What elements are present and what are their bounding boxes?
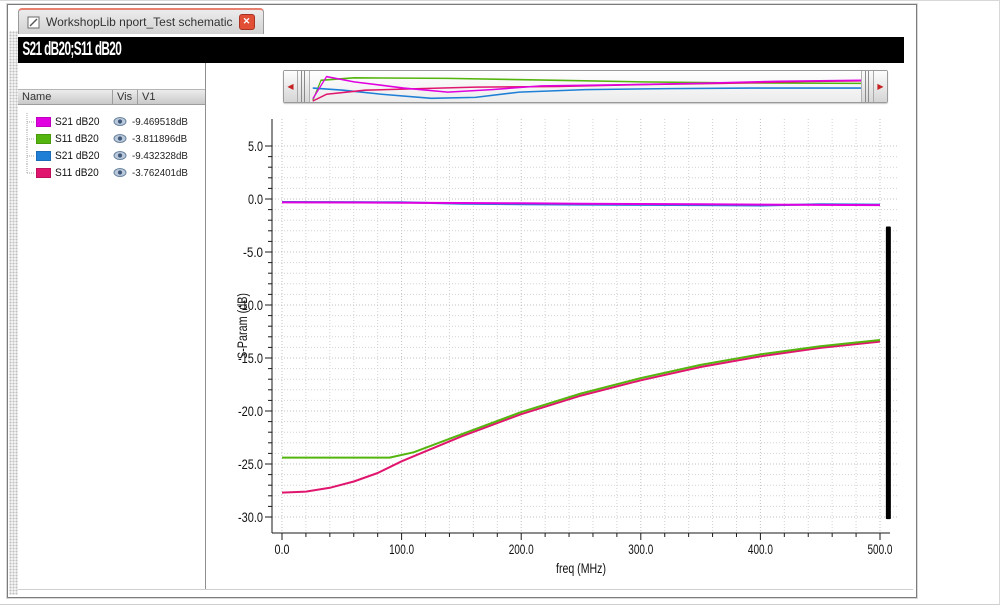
sparam-plot[interactable]: 5.00.0-5.0-10.0-15.0-20.0-25.0-30.00.0 10… (206, 63, 912, 583)
column-header-name[interactable]: Name (18, 90, 113, 104)
legend-row[interactable]: S11 dB20 -3.811896dB (18, 130, 205, 147)
series-s11-db20-2 (281, 340, 881, 494)
x-tick-label: 400.0 (748, 541, 773, 557)
x-tick-label: 0.0 (275, 541, 290, 557)
trace-table-header: Name Vis V1 (18, 89, 205, 105)
x-tick-label: 300.0 (628, 541, 653, 557)
x-tick-label: 500.0 (868, 541, 893, 557)
trace-name: S21 dB20 (55, 149, 100, 162)
y-tick-label: 5.0 (248, 138, 263, 154)
trace-name: S21 dB20 (55, 115, 100, 128)
trace-panel: Name Vis V1 S21 dB20 -9.469518dB S11 dB20 -… (18, 63, 206, 589)
tree-connector-icon (26, 113, 35, 130)
visibility-eye-icon[interactable] (113, 133, 129, 144)
visibility-eye-icon[interactable] (113, 167, 129, 178)
content-area: Name Vis V1 S21 dB20 -9.469518dB S11 dB20 -… (18, 63, 913, 590)
legend-row[interactable]: S21 dB20 -9.469518dB (18, 113, 205, 130)
tab-workshoplib-nport-test[interactable]: WorkshopLib nport_Test schematic ✕ (18, 8, 264, 34)
legend-row[interactable]: S11 dB20 -3.762401dB (18, 164, 205, 181)
tree-connector-icon (26, 147, 35, 164)
y-tick-label: -5.0 (243, 244, 263, 260)
series-s21-db20-1 (281, 201, 881, 207)
trace-v1-value: -9.469518dB (132, 115, 188, 128)
trace-color-swatch (36, 133, 51, 144)
trace-color-swatch (36, 150, 51, 161)
plot-title: S21 dB20;S11 dB20 (22, 39, 122, 60)
plot-titlebar: S21 dB20;S11 dB20 (18, 37, 904, 63)
trace-v1-value: -3.762401dB (132, 166, 188, 179)
visibility-eye-icon[interactable] (113, 116, 129, 127)
x-axis-title: freq (MHz) (556, 560, 606, 576)
tab-close-icon[interactable]: ✕ (238, 14, 255, 30)
column-header-vis[interactable]: Vis (113, 90, 138, 104)
y-axis-title: S-Param (dB) (234, 293, 250, 359)
trace-name: S11 dB20 (55, 166, 99, 179)
y-tick-label: 0.0 (248, 191, 263, 207)
screenshot-root: WorkshopLib nport_Test schematic ✕ S21 d… (0, 0, 1000, 605)
y-tick-label: -25.0 (238, 456, 263, 472)
tree-connector-icon (26, 130, 35, 147)
trace-list: S21 dB20 -9.469518dB S11 dB20 -3.811896dB S2… (18, 113, 205, 181)
plot-canvas[interactable]: ◀ ▶ 5.0 0.0 -5.0 -10.0 -15.0 -20.0 -25.0 -30.0 0… (206, 63, 913, 589)
legend-row[interactable]: S21 dB20 -9.432328dB (18, 147, 205, 164)
tab-title: WorkshopLib nport_Test schematic (46, 15, 233, 29)
y-tick-label: -20.0 (238, 403, 263, 419)
trace-v1-value: -9.432328dB (132, 149, 188, 162)
visibility-eye-icon[interactable] (113, 150, 129, 161)
tab-bar: WorkshopLib nport_Test schematic ✕ (18, 8, 264, 34)
column-header-v1[interactable]: V1 (138, 90, 205, 104)
trace-name: S11 dB20 (55, 132, 99, 145)
x-tick-label: 200.0 (509, 541, 534, 557)
x-tick-label: 100.0 (389, 541, 414, 557)
tree-connector-icon (26, 164, 35, 174)
vertical-marker-bar[interactable] (885, 226, 891, 520)
trace-color-swatch (36, 167, 51, 178)
schematic-icon (27, 16, 40, 28)
trace-v1-value: -3.811896dB (132, 132, 188, 145)
grid-layer (272, 119, 898, 533)
trace-color-swatch (36, 116, 51, 127)
y-tick-label: -30.0 (238, 509, 263, 525)
waveform-window: WorkshopLib nport_Test schematic ✕ S21 d… (6, 3, 918, 599)
window-left-grip (9, 31, 18, 595)
